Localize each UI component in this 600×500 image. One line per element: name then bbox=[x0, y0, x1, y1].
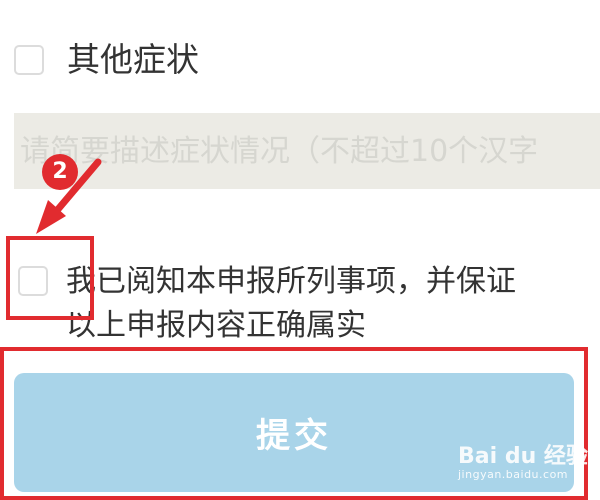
agreement-text-line-2: 以上申报内容正确属实 bbox=[66, 308, 366, 343]
step-number-badge: 2 bbox=[42, 154, 78, 190]
watermark-url: jingyan.baidu.com bbox=[458, 468, 569, 481]
symptom-report-form: 其他症状 我已阅知本申报所列事项，并保证 以上申报内容正确属实 提交 2 Bai… bbox=[0, 0, 600, 500]
agreement-text-line-1: 我已阅知本申报所列事项，并保证 bbox=[66, 264, 516, 299]
agreement-checkbox[interactable] bbox=[18, 266, 48, 296]
symptom-description-input[interactable] bbox=[14, 113, 600, 189]
other-symptoms-checkbox[interactable] bbox=[14, 45, 44, 75]
agreement-text: 我已阅知本申报所列事项，并保证 以上申报内容正确属实 bbox=[66, 260, 586, 348]
baidu-jingyan-watermark: Bai du 经验 jingyan.baidu.com bbox=[458, 438, 588, 484]
watermark-brand: Bai du 经验 bbox=[458, 444, 588, 469]
other-symptoms-label: 其他症状 bbox=[67, 40, 199, 79]
